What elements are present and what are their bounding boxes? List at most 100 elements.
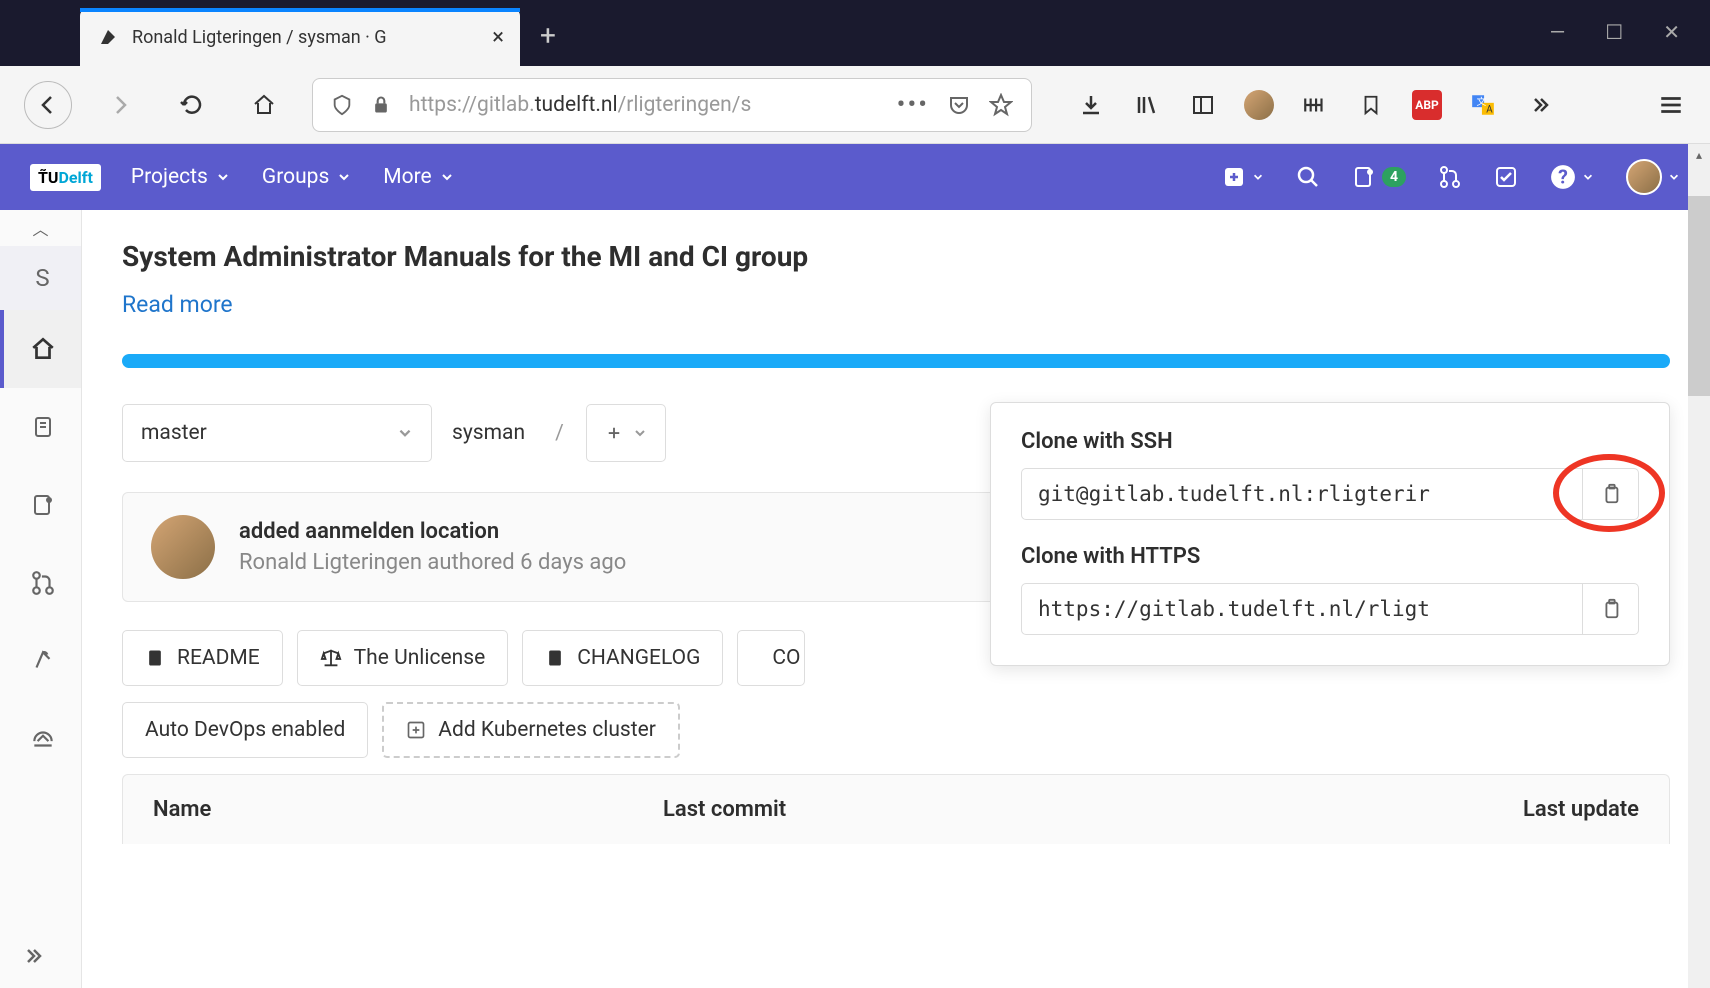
pocket-icon[interactable] bbox=[947, 93, 971, 117]
branch-select[interactable]: master bbox=[122, 404, 432, 462]
user-avatar[interactable] bbox=[1626, 159, 1680, 195]
tab-bar: Ronald Ligteringen / sysman · G × + bbox=[0, 0, 556, 66]
content: System Administrator Manuals for the MI … bbox=[82, 210, 1710, 988]
plus-dropdown-icon[interactable] bbox=[1222, 165, 1264, 189]
devops-pill[interactable]: Auto DevOps enabled bbox=[122, 702, 368, 758]
scale-icon bbox=[320, 647, 342, 669]
nav-projects[interactable]: Projects bbox=[131, 165, 230, 189]
library-icon[interactable] bbox=[1132, 90, 1162, 120]
license-pill[interactable]: The Unlicense bbox=[297, 630, 509, 686]
maximize-icon[interactable]: ☐ bbox=[1605, 20, 1623, 44]
svg-text:A: A bbox=[1486, 104, 1493, 115]
main-layout: ︿ S System Administrator Manuals for the… bbox=[0, 210, 1710, 988]
tab-favicon-icon bbox=[96, 25, 120, 49]
close-window-icon[interactable]: ✕ bbox=[1663, 20, 1680, 44]
sidebar: ︿ S bbox=[0, 210, 82, 988]
breadcrumb-separator: / bbox=[545, 421, 574, 445]
download-icon[interactable] bbox=[1076, 90, 1106, 120]
sidebar-collapse[interactable] bbox=[0, 924, 81, 988]
nav-groups[interactable]: Groups bbox=[262, 165, 351, 189]
nav-more[interactable]: More bbox=[383, 165, 453, 189]
clipboard-icon bbox=[1600, 598, 1622, 620]
sidebar-operations[interactable] bbox=[0, 700, 81, 778]
sidebar-repository[interactable] bbox=[0, 388, 81, 466]
more-icon[interactable]: ••• bbox=[897, 90, 929, 120]
svg-text:?: ? bbox=[1558, 166, 1568, 189]
sidebar-home[interactable] bbox=[0, 310, 81, 388]
todos-icon[interactable] bbox=[1494, 165, 1518, 189]
clone-https-input[interactable] bbox=[1021, 583, 1583, 635]
file-icon bbox=[545, 648, 565, 668]
commit-title[interactable]: added aanmelden location bbox=[239, 519, 626, 544]
overflow-icon[interactable] bbox=[1524, 90, 1554, 120]
page-title: System Administrator Manuals for the MI … bbox=[122, 240, 1670, 273]
bookmark-star-icon[interactable] bbox=[989, 93, 1013, 117]
commit-author-avatar[interactable] bbox=[151, 515, 215, 579]
sidebar-cicd[interactable] bbox=[0, 622, 81, 700]
tudelft-logo[interactable]: T̃UDelft bbox=[30, 164, 101, 191]
scrollbar[interactable]: ▴ bbox=[1688, 144, 1710, 988]
gitlab-header: T̃UDelft Projects Groups More 4 ? bbox=[0, 144, 1710, 210]
tab-close-icon[interactable]: × bbox=[492, 25, 504, 50]
home-button[interactable] bbox=[240, 81, 288, 129]
svg-text:文: 文 bbox=[1477, 95, 1487, 108]
bookmark-icon[interactable] bbox=[1356, 90, 1386, 120]
scrollbar-thumb[interactable] bbox=[1688, 196, 1710, 396]
search-icon[interactable] bbox=[1296, 165, 1320, 189]
pill-row-2: Auto DevOps enabled Add Kubernetes clust… bbox=[122, 702, 1670, 758]
forward-button bbox=[96, 81, 144, 129]
add-file-button[interactable] bbox=[586, 404, 666, 462]
tab-title: Ronald Ligteringen / sysman · G bbox=[132, 27, 480, 48]
th-last-commit: Last commit bbox=[663, 797, 1523, 822]
clone-ssh-label: Clone with SSH bbox=[1021, 429, 1639, 454]
sidebar-toggle-icon[interactable] bbox=[1188, 90, 1218, 120]
file-icon bbox=[145, 648, 165, 668]
window-titlebar: Ronald Ligteringen / sysman · G × + — ☐ … bbox=[0, 0, 1710, 66]
translate-icon[interactable]: 文A bbox=[1468, 90, 1498, 120]
new-tab-button[interactable]: + bbox=[540, 19, 556, 52]
commit-meta: Ronald Ligteringen authored 6 days ago bbox=[239, 550, 626, 575]
url-text: https://gitlab.tudelft.nl/rligteringen/s bbox=[409, 93, 879, 117]
menu-icon[interactable] bbox=[1656, 90, 1686, 120]
progress-bar bbox=[122, 354, 1670, 368]
clone-https-copy-button[interactable] bbox=[1583, 583, 1639, 635]
profile-avatar-icon[interactable] bbox=[1244, 90, 1274, 120]
files-table-header: Name Last commit Last update bbox=[122, 774, 1670, 844]
issues-icon[interactable]: 4 bbox=[1352, 165, 1406, 189]
th-name: Name bbox=[153, 797, 663, 822]
lock-icon[interactable] bbox=[371, 95, 391, 115]
breadcrumb-path[interactable]: sysman bbox=[444, 421, 533, 445]
sidebar-project[interactable]: S bbox=[0, 246, 81, 310]
clone-ssh-copy-button[interactable] bbox=[1583, 468, 1639, 520]
plus-box-icon bbox=[406, 720, 426, 740]
minimize-icon[interactable]: — bbox=[1550, 20, 1566, 44]
scroll-up-arrow[interactable]: ▴ bbox=[1688, 144, 1710, 166]
sidebar-merge-requests[interactable] bbox=[0, 544, 81, 622]
url-bar[interactable]: https://gitlab.tudelft.nl/rligteringen/s… bbox=[312, 78, 1032, 132]
browser-tab[interactable]: Ronald Ligteringen / sysman · G × bbox=[80, 8, 520, 66]
kubernetes-pill[interactable]: Add Kubernetes cluster bbox=[382, 702, 680, 758]
reload-button[interactable] bbox=[168, 81, 216, 129]
th-last-update: Last update bbox=[1523, 797, 1639, 822]
sidebar-scroll-up[interactable]: ︿ bbox=[0, 210, 81, 246]
contributing-pill[interactable]: CO bbox=[737, 630, 805, 686]
toolbar-icons: ABP 文A bbox=[1076, 90, 1554, 120]
issues-badge: 4 bbox=[1382, 167, 1406, 187]
clone-ssh-input[interactable] bbox=[1021, 468, 1583, 520]
readme-pill[interactable]: README bbox=[122, 630, 283, 686]
extension-icon[interactable] bbox=[1300, 90, 1330, 120]
back-button[interactable] bbox=[24, 81, 72, 129]
changelog-pill[interactable]: CHANGELOG bbox=[522, 630, 723, 686]
shield-icon[interactable] bbox=[331, 94, 353, 116]
help-icon[interactable]: ? bbox=[1550, 164, 1594, 190]
branch-name: master bbox=[141, 421, 207, 445]
sidebar-issues[interactable] bbox=[0, 466, 81, 544]
merge-requests-icon[interactable] bbox=[1438, 165, 1462, 189]
browser-toolbar: https://gitlab.tudelft.nl/rligteringen/s… bbox=[0, 66, 1710, 144]
read-more-link[interactable]: Read more bbox=[122, 291, 233, 318]
clone-dropdown: Clone with SSH Clone with HTTPS bbox=[990, 402, 1670, 666]
commit-info: added aanmelden location Ronald Ligterin… bbox=[239, 519, 626, 575]
adblock-icon[interactable]: ABP bbox=[1412, 90, 1442, 120]
gitlab-right: 4 ? bbox=[1222, 159, 1680, 195]
gitlab-nav: Projects Groups More bbox=[131, 165, 454, 189]
